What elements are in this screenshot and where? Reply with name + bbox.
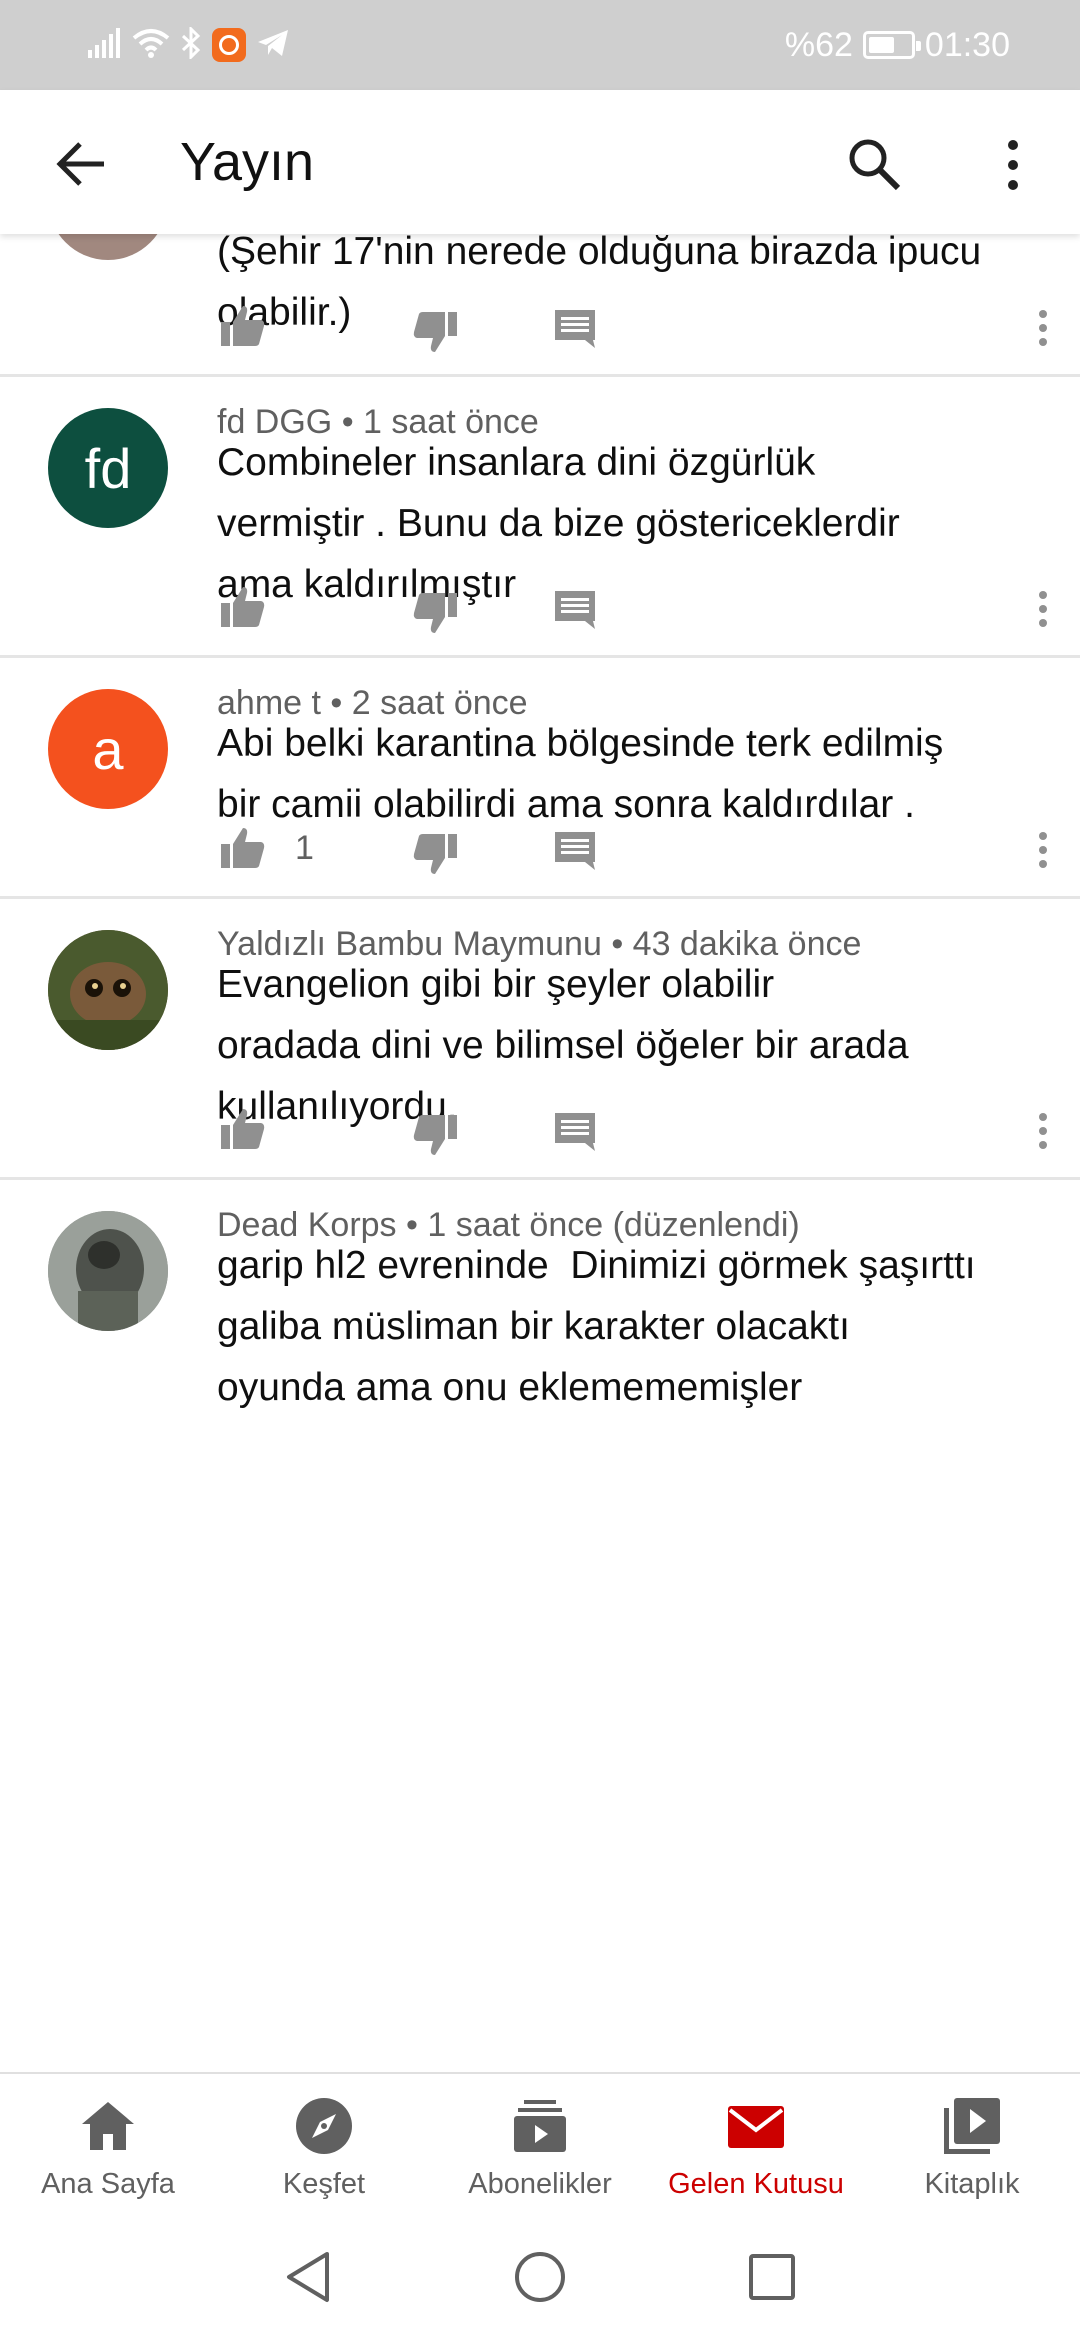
thumbs-up-icon bbox=[221, 587, 265, 627]
dislike-button[interactable] bbox=[409, 587, 461, 639]
comment-more-button[interactable] bbox=[1033, 302, 1053, 354]
bluetooth-icon bbox=[180, 24, 202, 64]
status-time: 01:30 bbox=[924, 25, 1010, 64]
explore-icon bbox=[296, 2098, 352, 2154]
comment-text-line: oyunda ama onu eklemememişler bbox=[217, 1366, 803, 1409]
back-triangle-icon[interactable] bbox=[283, 2250, 333, 2304]
recents-square-icon[interactable] bbox=[747, 2252, 797, 2302]
comment-text-line: (Şehir 17'nin nerede olduğuna birazda ip… bbox=[217, 234, 982, 273]
status-right: %62 01:30 bbox=[785, 22, 1010, 68]
app-notification-icon bbox=[212, 28, 246, 62]
comment-actions: 1 bbox=[217, 814, 1047, 884]
wifi-icon bbox=[132, 28, 170, 63]
comment-text-line: galiba müsliman bir karakter olacaktı bbox=[217, 1305, 850, 1348]
comment-text-line: oradada dini ve bilimsel öğeler bir arad… bbox=[217, 1024, 909, 1067]
subscriptions-icon bbox=[514, 2100, 566, 2152]
comment-text-line: Abi belki karantina bölgesinde terk edil… bbox=[217, 722, 944, 765]
library-icon bbox=[944, 2098, 1000, 2154]
home-icon bbox=[82, 2102, 134, 2150]
comment-text-line: Evangelion gibi bir şeyler olabilir bbox=[217, 963, 775, 1006]
like-button[interactable] bbox=[217, 300, 269, 352]
nav-item-inbox[interactable]: Gelen Kutusu bbox=[648, 2074, 864, 2216]
thumbs-up-icon bbox=[221, 306, 265, 346]
dislike-button[interactable] bbox=[409, 306, 461, 358]
more-vert-icon bbox=[1039, 1113, 1047, 1149]
nav-label-inbox: Gelen Kutusu bbox=[668, 2168, 844, 2200]
nav-item-explore[interactable]: Keşfet bbox=[216, 2074, 432, 2216]
comment-divider bbox=[0, 896, 1080, 899]
reply-button[interactable] bbox=[549, 583, 601, 635]
comment-text-line: vermiştir . Bunu da bize göstericeklerdi… bbox=[217, 502, 900, 545]
search-icon[interactable] bbox=[840, 130, 910, 200]
battery-icon bbox=[862, 31, 921, 59]
system-navigation-bar bbox=[0, 2214, 1080, 2340]
nav-item-home[interactable]: Ana Sayfa bbox=[0, 2074, 216, 2216]
avatar-letter: fd bbox=[84, 436, 132, 500]
reply-icon bbox=[555, 591, 595, 629]
avatar-image bbox=[48, 930, 168, 1050]
comment-text-line: Combineler insanlara dini özgürlük bbox=[217, 441, 816, 484]
thumbs-down-icon bbox=[413, 593, 457, 633]
status-bar: %62 01:30 bbox=[0, 0, 1080, 90]
reply-button[interactable] bbox=[549, 1105, 601, 1157]
telegram-icon bbox=[256, 28, 290, 63]
nav-label-library: Kitaplık bbox=[924, 2168, 1020, 2200]
comment-more-button[interactable] bbox=[1033, 824, 1053, 876]
nav-label-subscriptions: Abonelikler bbox=[468, 2168, 612, 2200]
app-bar: Yayın bbox=[0, 90, 1080, 234]
comment-divider bbox=[0, 374, 1080, 377]
reply-button[interactable] bbox=[549, 302, 601, 354]
like-button[interactable] bbox=[217, 581, 269, 633]
back-arrow-icon[interactable] bbox=[50, 132, 114, 196]
comment-text-line: garip hl2 evreninde Dinimizi görmek şaşı… bbox=[217, 1244, 976, 1287]
reply-icon bbox=[555, 310, 595, 348]
more-vert-icon bbox=[1039, 832, 1047, 868]
nav-label-home: Ana Sayfa bbox=[41, 2168, 175, 2200]
more-vert-icon bbox=[1039, 591, 1047, 627]
comment-feed[interactable]: DAbi şehir 17'de de müslümanlar varmış.(… bbox=[0, 234, 1080, 2074]
inbox-icon bbox=[728, 2106, 784, 2148]
thumbs-down-icon bbox=[413, 834, 457, 874]
avatar[interactable] bbox=[48, 930, 168, 1050]
bottom-navigation: Ana Sayfa Keşfet Abonelikler Gelen Kutus… bbox=[0, 2072, 1080, 2216]
more-vert-icon bbox=[1039, 310, 1047, 346]
avatar-letter: a bbox=[92, 717, 124, 781]
home-circle-icon[interactable] bbox=[513, 2250, 567, 2304]
avatar[interactable]: a bbox=[48, 689, 168, 809]
nav-item-subscriptions[interactable]: Abonelikler bbox=[432, 2074, 648, 2216]
dislike-button[interactable] bbox=[409, 1109, 461, 1161]
signal-icon bbox=[88, 27, 122, 63]
comment-actions bbox=[217, 573, 1047, 643]
comment-divider bbox=[0, 1177, 1080, 1180]
reply-icon bbox=[555, 832, 595, 870]
nav-item-library[interactable]: Kitaplık bbox=[864, 2074, 1080, 2216]
dislike-button[interactable] bbox=[409, 828, 461, 880]
like-button[interactable]: 1 bbox=[217, 822, 314, 874]
avatar[interactable] bbox=[48, 1211, 168, 1331]
comment-actions bbox=[217, 292, 1047, 362]
avatar-image bbox=[48, 1211, 168, 1331]
like-count: 1 bbox=[295, 828, 314, 867]
thumbs-up-icon bbox=[221, 828, 265, 868]
like-button[interactable] bbox=[217, 1103, 269, 1155]
comment-divider bbox=[0, 655, 1080, 658]
more-vert-icon[interactable] bbox=[985, 130, 1041, 200]
thumbs-down-icon bbox=[413, 312, 457, 352]
avatar[interactable]: fd bbox=[48, 408, 168, 528]
comment-actions bbox=[217, 1095, 1047, 1165]
comment-more-button[interactable] bbox=[1033, 1105, 1053, 1157]
battery-text: %62 bbox=[784, 25, 853, 64]
thumbs-down-icon bbox=[413, 1115, 457, 1155]
page-title: Yayın bbox=[180, 132, 315, 192]
comment-text: garip hl2 evreninde Dinimizi görmek şaşı… bbox=[217, 1235, 1047, 1418]
reply-icon bbox=[555, 1113, 595, 1151]
nav-label-explore: Keşfet bbox=[282, 2168, 366, 2200]
status-icons-left bbox=[88, 22, 290, 68]
avatar[interactable]: D bbox=[48, 234, 168, 260]
reply-button[interactable] bbox=[549, 824, 601, 876]
comment-more-button[interactable] bbox=[1033, 583, 1053, 635]
thumbs-up-icon bbox=[221, 1109, 265, 1149]
